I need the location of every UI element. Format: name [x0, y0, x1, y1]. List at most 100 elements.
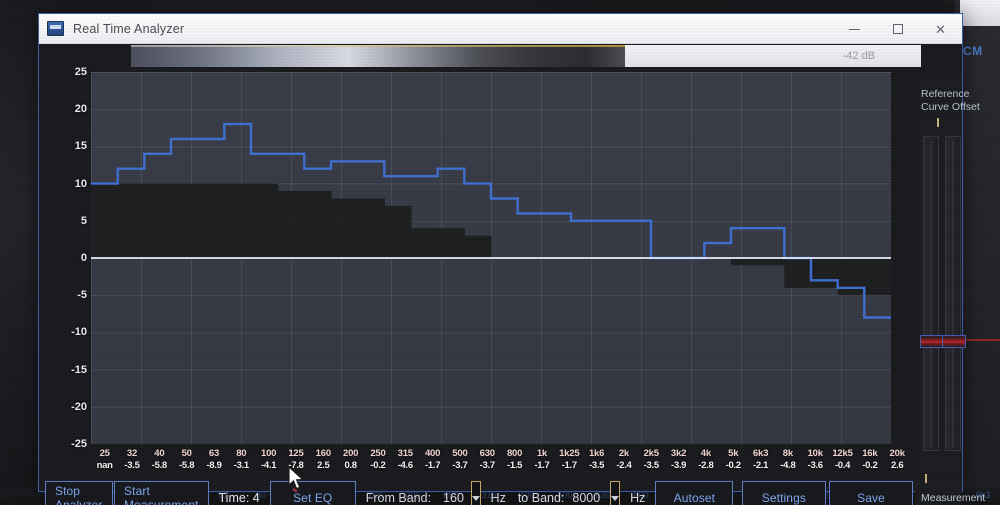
chevron-down-icon	[471, 495, 480, 501]
band-value: -1.7	[425, 460, 441, 471]
to-band-label: to Band:	[517, 491, 565, 505]
x-axis-band: 4k -2.8	[692, 448, 719, 476]
band-value: -1.7	[534, 460, 550, 471]
x-axis-band: 20k 2.6	[884, 448, 911, 476]
autoset-button[interactable]: Autoset	[655, 481, 734, 505]
reference-curve-offset-slider[interactable]	[920, 136, 944, 451]
level-meter-peak-line	[131, 45, 625, 47]
band-frequency: 3k2	[670, 448, 687, 459]
band-level-bar	[331, 198, 359, 258]
band-value: 2.5	[317, 460, 330, 471]
x-axis-band: 16k -0.2	[856, 448, 883, 476]
x-axis-band: 50 -5.8	[173, 448, 200, 476]
band-level-bar	[277, 191, 305, 258]
band-value: -4.1	[261, 460, 277, 471]
zero-db-line	[91, 257, 891, 259]
y-tick-label: -25	[71, 438, 87, 450]
band-value: -3.6	[807, 460, 823, 471]
band-frequency: 1k	[536, 448, 547, 459]
band-frequency: 2k5	[643, 448, 659, 459]
band-level-bar	[464, 235, 492, 258]
from-band-label: From Band:	[365, 491, 432, 505]
band-frequency: 1k6	[588, 448, 605, 459]
start-measurement-button[interactable]: Start Measurement	[114, 481, 209, 505]
x-axis-band: 80 -3.1	[228, 448, 255, 476]
x-axis-band: 12k5 -0.4	[829, 448, 856, 476]
x-axis-band: 40 -5.8	[146, 448, 173, 476]
band-frequency: 100	[261, 448, 277, 459]
background-app-label: CM	[963, 44, 983, 58]
band-level-bar	[197, 183, 225, 258]
input-level-meter: -42 dB	[131, 45, 921, 67]
band-value: -5.8	[151, 460, 167, 471]
band-frequency: 8k	[782, 448, 793, 459]
band-value: -3.5	[124, 460, 140, 471]
slider-handle[interactable]	[920, 335, 944, 348]
reference-slider-tick	[937, 118, 939, 127]
band-frequency: 25	[99, 448, 110, 459]
real-time-analyzer-window: Real Time Analyzer ✕ -42 dB 25 20 15 10 5 0 -5…	[38, 13, 985, 505]
minimize-button[interactable]	[833, 14, 876, 44]
band-value: -3.7	[452, 460, 468, 471]
band-level-bar	[224, 183, 252, 258]
analyzer-plot-area: 25 20 15 10 5 0 -5 -10 -15 -20 -25	[53, 66, 891, 450]
x-axis-band: 250 -0.2	[364, 448, 391, 476]
measurement-offset-line1: Measurement	[921, 492, 986, 504]
band-value: -3.7	[479, 460, 495, 471]
from-band-dropdown[interactable]	[470, 481, 481, 505]
band-value: -3.5	[588, 460, 605, 471]
band-frequency: 4k	[700, 448, 711, 459]
reference-offset-line1: Reference	[921, 88, 970, 100]
band-frequency: 2k	[618, 448, 629, 459]
to-band-dropdown[interactable]	[610, 481, 621, 505]
x-axis-band: 10k -3.6	[802, 448, 829, 476]
x-axis-band: 32 -3.5	[118, 448, 145, 476]
band-frequency: 10k	[807, 448, 823, 459]
band-level-bar	[757, 258, 785, 266]
band-value: -1.7	[561, 460, 577, 471]
x-axis-labels: 25 nan 32 -3.5 40 -5.8 50 -5.8 63 -8.9 80 -3.1 100 -4…	[91, 448, 911, 476]
x-axis-band: 1k6 -3.5	[583, 448, 610, 476]
hz-label-2: Hz	[630, 491, 646, 505]
from-band-value[interactable]: 160	[441, 491, 466, 505]
measurement-curve-offset-slider[interactable]	[942, 136, 966, 451]
y-tick-label: -15	[71, 363, 87, 376]
screen-root: CM 2532405063801001251602002503154005006…	[0, 0, 1000, 505]
band-frequency: 800	[506, 448, 523, 459]
x-axis-band: 3k2 -3.9	[665, 448, 692, 476]
stop-analyzer-button[interactable]: Stop Analyzer	[45, 481, 113, 505]
close-icon[interactable]: ✕	[919, 14, 962, 44]
band-frequency: 630	[479, 448, 495, 459]
band-frequency: 1k25	[559, 448, 580, 459]
window-controls: ✕	[833, 14, 962, 44]
x-axis-band: 200 0.8	[337, 448, 364, 476]
plot-canvas[interactable]	[91, 72, 891, 444]
x-axis-band: 5k -0.2	[720, 448, 747, 476]
window-titlebar[interactable]: Real Time Analyzer ✕	[39, 14, 962, 44]
y-tick-label: -20	[71, 400, 87, 413]
y-tick-label: -5	[77, 289, 87, 302]
to-band-value[interactable]: 8000	[566, 491, 606, 505]
band-frequency: 12k5	[832, 448, 853, 459]
save-button[interactable]: Save	[828, 481, 913, 505]
band-value: nan	[96, 460, 113, 471]
window-title: Real Time Analyzer	[73, 21, 185, 36]
slider-handle[interactable]	[942, 335, 966, 348]
band-value: -4.6	[397, 460, 413, 471]
band-frequency: 50	[181, 448, 192, 459]
set-eq-button[interactable]: Set EQ	[269, 481, 356, 505]
band-value: -3.1	[233, 460, 249, 471]
y-tick-label: -10	[71, 326, 87, 339]
band-frequency: 400	[424, 448, 441, 459]
y-tick-label: 0	[80, 252, 87, 264]
band-level-bar	[731, 258, 759, 266]
band-frequency: 315	[397, 448, 413, 459]
level-readout: -42 dB	[842, 50, 875, 62]
settings-button[interactable]: Settings	[741, 481, 826, 505]
maximize-button[interactable]	[876, 14, 919, 44]
x-axis-band: 400 -1.7	[419, 448, 446, 476]
x-axis-band: 160 2.5	[310, 448, 337, 476]
x-axis-band: 500 -3.7	[446, 448, 473, 476]
y-tick-label: 15	[74, 140, 87, 153]
x-axis-band: 315 -4.6	[392, 448, 419, 476]
